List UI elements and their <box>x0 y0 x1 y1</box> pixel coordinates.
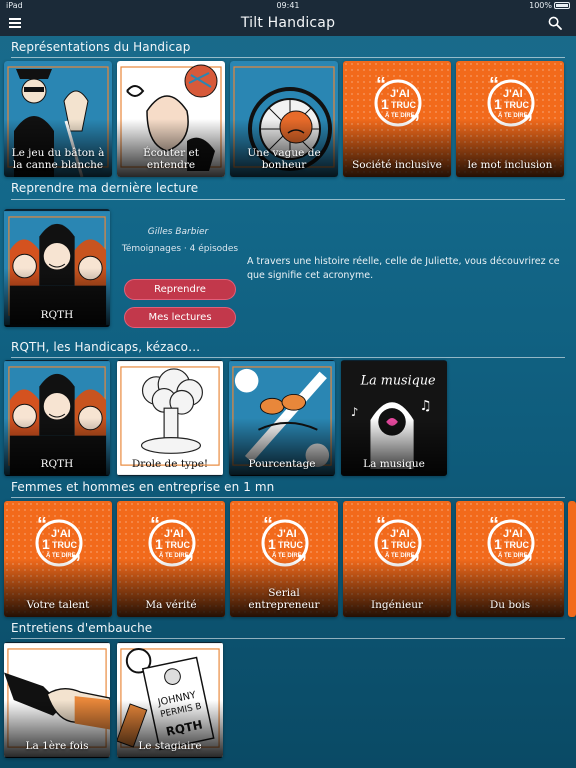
card-rqth[interactable]: RQTH <box>4 360 110 476</box>
section-title-entretiens: Entretiens d'embauche <box>11 621 153 635</box>
my-reads-button[interactable]: Mes lectures <box>124 307 236 328</box>
card-votre-talent[interactable]: “”J'AI1TRUCÀ TE DIRE Votre talent <box>4 501 112 617</box>
status-time: 09:41 <box>276 1 300 10</box>
svg-text:TRUC: TRUC <box>504 100 529 110</box>
svg-text:J'AI: J'AI <box>277 528 297 540</box>
svg-text:TRUC: TRUC <box>504 540 529 550</box>
resume-author: Gilles Barbier <box>147 227 209 237</box>
section-divider <box>11 638 565 639</box>
card-stagiaire[interactable]: JOHNNY PERMIS B RQTH Le stagiaire <box>117 642 223 758</box>
card-premiere-fois[interactable]: La 1ère fois <box>4 642 110 758</box>
svg-text:1: 1 <box>381 536 389 552</box>
card-label: Écouter et entendre <box>143 147 199 171</box>
svg-text:À TE DIRE: À TE DIRE <box>385 552 415 559</box>
svg-text:“: “ <box>150 514 160 536</box>
svg-text:1: 1 <box>494 536 502 552</box>
svg-text:J'AI: J'AI <box>164 528 184 540</box>
battery-indicator: 100% <box>529 0 570 12</box>
card-label: Du bois <box>489 599 531 611</box>
svg-text:La musique: La musique <box>360 374 436 389</box>
card-label: Drole de type! <box>131 458 209 470</box>
svg-text:J'AI: J'AI <box>390 528 410 540</box>
card-label: Votre talent <box>26 599 90 611</box>
section-title-representations: Représentations du Handicap <box>11 40 191 54</box>
card-label: Société inclusive <box>352 159 442 171</box>
card-mot-inclusion[interactable]: “”J'AI1TRUCÀ TE DIRE le mot inclusion <box>456 61 564 177</box>
svg-text:J'AI: J'AI <box>503 528 523 540</box>
svg-text:TRUC: TRUC <box>52 540 77 550</box>
svg-text:♪: ♪ <box>351 405 359 419</box>
card-next-partial[interactable] <box>568 501 576 617</box>
card-label: La musique <box>363 458 425 470</box>
resume-description: A travers une histoire réelle, celle de … <box>247 256 560 281</box>
svg-text:J'AI: J'AI <box>390 88 410 100</box>
card-label: Pourcentage <box>248 458 316 470</box>
svg-text:“: “ <box>37 514 47 536</box>
card-du-bois[interactable]: “”J'AI1TRUCÀ TE DIRE Du bois <box>456 501 564 617</box>
section-divider <box>11 57 565 58</box>
svg-text:“: “ <box>263 514 273 536</box>
card-drole-de-type[interactable]: Drole de type! <box>117 360 223 476</box>
svg-text:J'AI: J'AI <box>51 528 71 540</box>
section-title-rqth: RQTH, les Handicaps, kézaco… <box>11 340 201 354</box>
svg-text:1: 1 <box>155 536 163 552</box>
section-title-femmes-hommes: Femmes et hommes en entreprise en 1 mn <box>11 480 275 494</box>
card-label: RQTH <box>40 458 74 470</box>
card-ecouter[interactable]: Écouter et entendre <box>117 61 225 177</box>
svg-text:À TE DIRE: À TE DIRE <box>159 552 189 559</box>
card-label: La 1ère fois <box>25 740 89 752</box>
card-resume-rqth[interactable]: RQTH <box>4 209 110 327</box>
card-ingenieur[interactable]: “”J'AI1TRUCÀ TE DIRE Ingénieur <box>343 501 451 617</box>
card-label: Ma vérité <box>145 599 197 611</box>
card-serial-entrepreneur[interactable]: “”J'AI1TRUCÀ TE DIRE Serial entrepreneur <box>230 501 338 617</box>
svg-text:1: 1 <box>494 96 502 112</box>
battery-icon <box>554 2 570 9</box>
section-divider <box>11 199 565 200</box>
search-icon[interactable] <box>548 16 562 30</box>
battery-percent: 100% <box>529 1 552 10</box>
nav-bar: Tilt Handicap <box>0 12 576 36</box>
svg-text:“: “ <box>376 514 386 536</box>
svg-text:À TE DIRE: À TE DIRE <box>498 112 528 119</box>
card-pourcentage[interactable]: Pourcentage <box>229 360 335 476</box>
resume-meta: Témoignages · 4 épisodes <box>121 244 239 254</box>
svg-text:À TE DIRE: À TE DIRE <box>272 552 302 559</box>
svg-text:“: “ <box>489 74 499 96</box>
svg-text:1: 1 <box>381 96 389 112</box>
card-label: RQTH <box>40 309 74 321</box>
card-label: Le jeu du bâton à la canne blanche <box>11 147 105 171</box>
svg-text:1: 1 <box>268 536 276 552</box>
svg-text:1: 1 <box>42 536 50 552</box>
card-label: Ingénieur <box>371 599 423 611</box>
svg-text:TRUC: TRUC <box>165 540 190 550</box>
svg-text:♫: ♫ <box>420 398 432 414</box>
svg-text:TRUC: TRUC <box>391 100 416 110</box>
card-societe-inclusive[interactable]: “”J'AI1TRUCÀ TE DIRE Société inclusive <box>343 61 451 177</box>
card-label: le mot inclusion <box>467 159 553 171</box>
svg-text:À TE DIRE: À TE DIRE <box>385 112 415 119</box>
svg-text:TRUC: TRUC <box>391 540 416 550</box>
card-label: Une vague de bonheur <box>247 147 321 171</box>
card-baton-canne[interactable]: Le jeu du bâton à la canne blanche <box>4 61 112 177</box>
svg-text:“: “ <box>376 74 386 96</box>
svg-text:À TE DIRE: À TE DIRE <box>46 552 76 559</box>
card-ma-verite[interactable]: “”J'AI1TRUCÀ TE DIRE Ma vérité <box>117 501 225 617</box>
status-bar: iPad 09:41 100% <box>0 0 576 12</box>
app-title: Tilt Handicap <box>240 15 336 31</box>
card-la-musique[interactable]: La musique ♫ ♪ La musique <box>341 360 447 476</box>
svg-text:J'AI: J'AI <box>503 88 523 100</box>
card-vague-bonheur[interactable]: Une vague de bonheur <box>230 61 338 177</box>
resume-button[interactable]: Reprendre <box>124 279 236 300</box>
card-label: Le stagiaire <box>138 740 202 752</box>
section-divider <box>11 357 565 358</box>
svg-text:“: “ <box>489 514 499 536</box>
svg-text:À TE DIRE: À TE DIRE <box>498 552 528 559</box>
svg-text:TRUC: TRUC <box>278 540 303 550</box>
section-divider <box>11 497 565 498</box>
card-label: Serial entrepreneur <box>248 587 320 611</box>
section-title-resume: Reprendre ma dernière lecture <box>11 181 199 195</box>
